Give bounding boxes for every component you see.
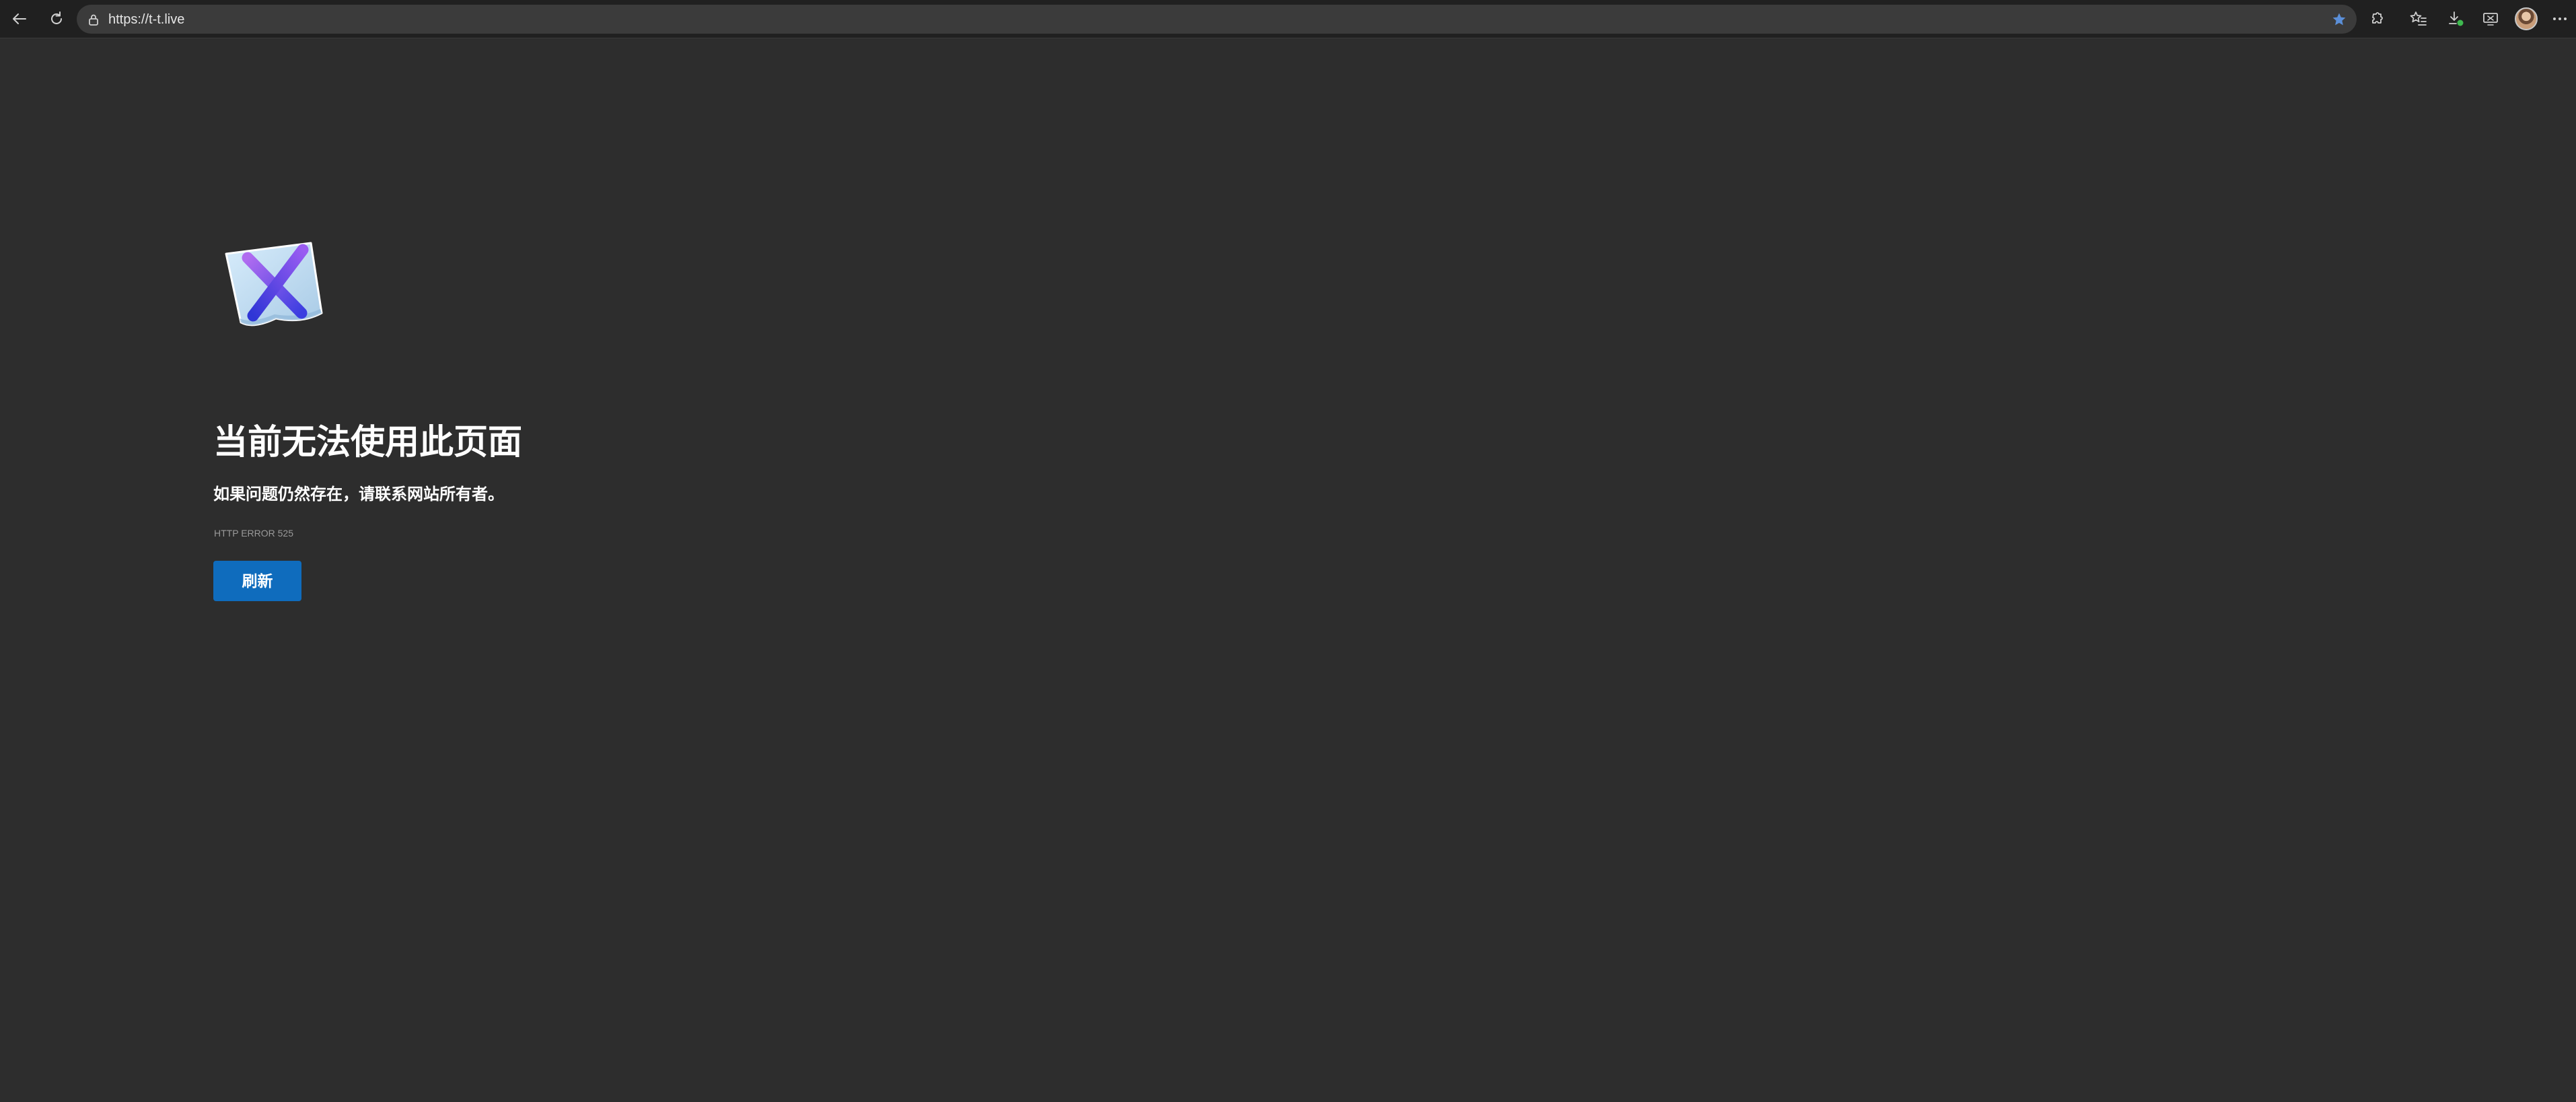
refresh-icon <box>48 10 65 28</box>
more-ellipsis-icon <box>2551 10 2569 28</box>
lock-icon[interactable] <box>86 12 101 27</box>
screen-cast-button[interactable] <box>2477 5 2504 32</box>
favorites-button[interactable] <box>2405 5 2432 32</box>
profile-avatar[interactable] <box>2515 7 2538 30</box>
error-code: HTTP ERROR 525 <box>214 528 293 539</box>
downloads-button[interactable] <box>2442 5 2469 32</box>
address-bar[interactable]: https://t-t.live <box>77 5 2357 34</box>
back-arrow-icon <box>11 10 28 28</box>
page-content: 当前无法使用此页面 如果问题仍然存在，请联系网站所有者。 HTTP ERROR … <box>0 38 2576 1102</box>
downloads-icon <box>2447 10 2464 28</box>
refresh-button[interactable]: 刷新 <box>213 561 301 601</box>
screen-cast-icon <box>2482 10 2499 28</box>
refresh-page-button[interactable] <box>43 5 70 32</box>
extensions-button[interactable] <box>2363 5 2390 32</box>
url-text[interactable]: https://t-t.live <box>108 11 184 28</box>
browser-toolbar: https://t-t.live <box>0 0 2576 38</box>
favorites-list-icon <box>2409 10 2428 28</box>
more-options-button[interactable] <box>2546 5 2573 32</box>
page-title: 当前无法使用此页面 <box>213 423 523 461</box>
error-page-x-icon <box>221 239 335 340</box>
extensions-icon <box>2368 10 2386 28</box>
back-button[interactable] <box>6 5 33 32</box>
error-message: 如果问题仍然存在，请联系网站所有者。 <box>213 485 504 504</box>
star-filled-icon[interactable] <box>2330 10 2349 29</box>
